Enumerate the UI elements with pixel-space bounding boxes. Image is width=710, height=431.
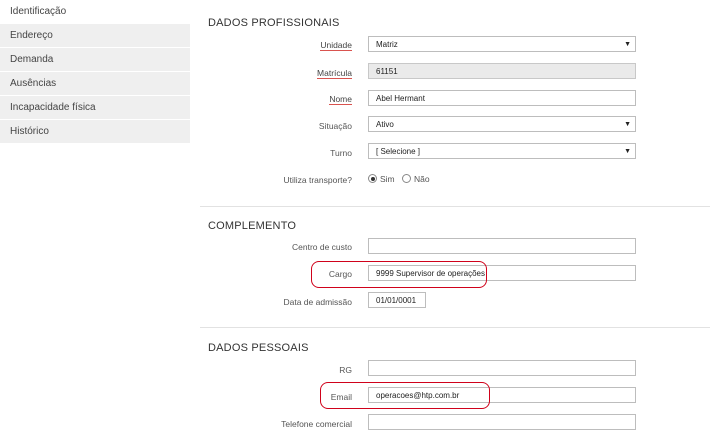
data-admissao-input[interactable]: 01/01/0001 — [368, 292, 426, 308]
nome-label: Nome — [329, 94, 352, 105]
unidade-label: Unidade — [320, 40, 352, 51]
chevron-down-icon: ▼ — [624, 148, 631, 155]
section-divider — [200, 327, 710, 328]
transporte-nao-label[interactable]: Não — [414, 174, 430, 184]
sidebar-item-endereco[interactable]: Endereço — [0, 24, 190, 48]
situacao-value: Ativo — [376, 120, 394, 129]
rg-input[interactable] — [368, 360, 636, 376]
matricula-field: 61151 — [368, 63, 636, 79]
situacao-label: Situação — [318, 121, 352, 131]
centro-de-custo-label: Centro de custo — [291, 242, 352, 252]
cargo-highlight — [311, 261, 487, 288]
turno-select[interactable]: [ Selecione ] ▼ — [368, 143, 636, 159]
sidebar-item-incapacidade-fisica[interactable]: Incapacidade física — [0, 96, 190, 120]
section-title-complemento: COMPLEMENTO — [208, 220, 297, 232]
telefone-comercial-input[interactable] — [368, 414, 636, 430]
situacao-select[interactable]: Ativo ▼ — [368, 116, 636, 132]
sidebar-item-identificacao[interactable]: Identificação — [0, 0, 190, 24]
matricula-label: Matrícula — [317, 68, 352, 79]
sidebar-item-historico[interactable]: Histórico — [0, 120, 190, 144]
centro-de-custo-input[interactable] — [368, 238, 636, 254]
unidade-value: Matriz — [376, 40, 398, 49]
chevron-down-icon: ▼ — [624, 121, 631, 128]
section-title-profissionais: DADOS PROFISSIONAIS — [208, 17, 340, 29]
transporte-sim-label[interactable]: Sim — [380, 174, 395, 184]
transporte-sim-radio[interactable] — [368, 174, 377, 183]
section-divider — [200, 206, 710, 207]
transporte-label: Utiliza transporte? — [283, 175, 352, 185]
section-title-pessoais: DADOS PESSOAIS — [208, 342, 309, 354]
nome-input[interactable]: Abel Hermant — [368, 90, 636, 106]
rg-label: RG — [339, 365, 352, 375]
chevron-down-icon: ▼ — [624, 41, 631, 48]
turno-value: [ Selecione ] — [376, 147, 421, 156]
unidade-select[interactable]: Matriz ▼ — [368, 36, 636, 52]
sidebar-item-demanda[interactable]: Demanda — [0, 48, 190, 72]
data-admissao-label: Data de admissão — [283, 297, 352, 307]
email-highlight — [320, 382, 490, 409]
form-area: DADOS PROFISSIONAIS Unidade Matriz ▼ Mat… — [190, 0, 710, 431]
transporte-radio-group: Sim Não — [368, 174, 430, 184]
telefone-comercial-label: Telefone comercial — [281, 419, 352, 429]
turno-label: Turno — [330, 148, 352, 158]
sidebar-item-ausencias[interactable]: Ausências — [0, 72, 190, 96]
transporte-nao-radio[interactable] — [402, 174, 412, 183]
sidebar-nav: Identificação Endereço Demanda Ausências… — [0, 0, 191, 431]
